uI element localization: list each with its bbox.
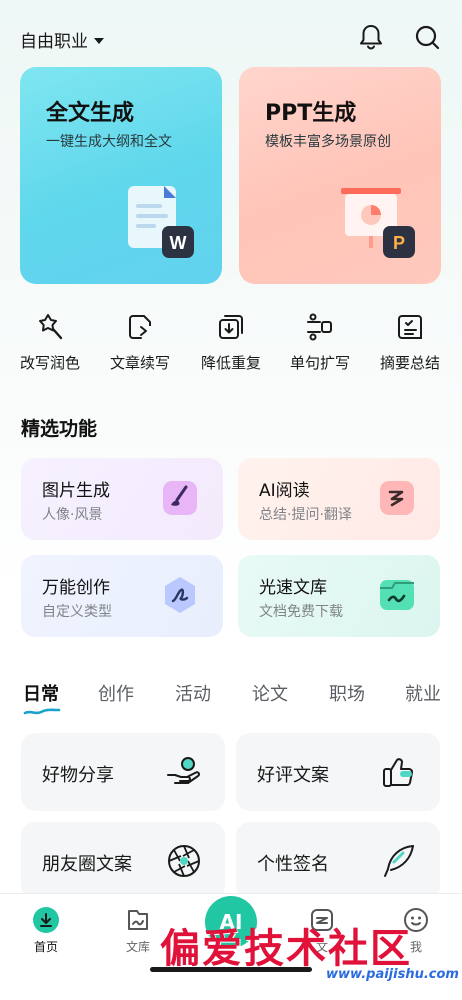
card-subtitle: 一键生成大纲和全文 xyxy=(46,134,172,150)
tool-label: 降低重复 xyxy=(200,354,261,372)
feature-title: 光速文库 xyxy=(259,578,327,598)
tab-activity[interactable]: 活动 xyxy=(175,680,211,706)
feature-subtitle: 文档免费下载 xyxy=(259,604,343,620)
feature-card-light-library[interactable]: 光速文库 文档免费下载 xyxy=(238,555,440,637)
tab-workplace[interactable]: 职场 xyxy=(329,680,365,706)
feature-title: 万能创作 xyxy=(42,578,110,598)
aperture-icon xyxy=(168,845,200,877)
continue-write-icon xyxy=(129,315,151,339)
tool-row: 改写润色 文章续写 降低重复 单句扩写 摘要总结 xyxy=(0,312,462,382)
bell-icon[interactable] xyxy=(356,22,386,52)
watermark-url: www.paijishu.com xyxy=(326,967,459,982)
ppt-badge-letter: P xyxy=(393,233,405,253)
card-title: PPT生成 xyxy=(265,101,357,126)
feature-card-image-generation[interactable]: 图片生成 人像·风景 xyxy=(21,458,223,540)
profession-selector[interactable]: 自由职业 xyxy=(20,27,104,52)
feature-card-universal-creation[interactable]: 万能创作 自定义类型 xyxy=(21,555,223,637)
tool-label: 改写润色 xyxy=(19,354,80,372)
tool-summary[interactable]: 摘要总结 xyxy=(365,312,455,373)
home-indicator xyxy=(150,967,312,972)
active-tab-underline xyxy=(23,708,61,715)
tool-label: 文章续写 xyxy=(109,354,170,372)
section-title-featured: 精选功能 xyxy=(21,418,98,440)
feature-title: AI阅读 xyxy=(259,481,310,501)
card-title: 全文生成 xyxy=(46,101,135,126)
tool-rewrite-polish[interactable]: 改写润色 xyxy=(5,312,95,373)
tool-label: 摘要总结 xyxy=(379,354,440,372)
search-icon[interactable] xyxy=(412,22,442,52)
template-good-share[interactable]: 好物分享 xyxy=(21,733,225,811)
tab-employment[interactable]: 就业 xyxy=(405,680,441,706)
home-icon xyxy=(33,907,59,933)
template-positive-review[interactable]: 好评文案 xyxy=(236,733,440,811)
tool-sentence-expand[interactable]: 单句扩写 xyxy=(275,312,365,373)
tool-label: 单句扩写 xyxy=(289,354,350,372)
feature-subtitle: 自定义类型 xyxy=(42,604,112,620)
feature-subtitle: 总结·提问·翻译 xyxy=(259,507,352,523)
tab-daily[interactable]: 日常 xyxy=(23,680,59,706)
brush-icon xyxy=(163,481,197,515)
nav-home[interactable]: 首页 xyxy=(16,906,76,955)
nav-library[interactable]: 文库 xyxy=(108,906,168,955)
tab-creation[interactable]: 创作 xyxy=(98,680,134,706)
card-subtitle: 模板丰富多场景原创 xyxy=(265,134,391,150)
watermark-text: 偏爱技术社区 xyxy=(160,925,412,972)
word-document-icon: W xyxy=(128,186,194,258)
feature-subtitle: 人像·风景 xyxy=(42,507,103,523)
tab-thesis[interactable]: 论文 xyxy=(252,680,288,706)
feather-icon xyxy=(384,845,414,877)
template-personal-signature[interactable]: 个性签名 xyxy=(236,822,440,900)
template-label: 好物分享 xyxy=(42,765,114,786)
category-tabs: 日常 创作 活动 论文 职场 就业 xyxy=(0,680,462,720)
expand-icon xyxy=(307,313,332,341)
ppt-generate-card[interactable]: PPT生成 模板丰富多场景原创 P xyxy=(239,67,441,284)
ppt-presentation-icon: P xyxy=(341,188,415,258)
tool-reduce-duplication[interactable]: 降低重复 xyxy=(186,312,276,373)
summary-icon xyxy=(398,315,422,339)
profession-label: 自由职业 xyxy=(20,32,88,52)
template-label: 朋友圈文案 xyxy=(42,854,132,875)
reading-icon xyxy=(380,481,414,515)
header: 自由职业 xyxy=(0,0,462,70)
create-icon xyxy=(165,577,195,613)
caret-down-icon xyxy=(94,37,104,44)
template-label: 好评文案 xyxy=(257,765,329,786)
magic-wand-icon xyxy=(39,314,63,340)
thumbs-up-icon xyxy=(383,758,413,787)
feature-title: 图片生成 xyxy=(42,481,110,501)
dedupe-icon xyxy=(219,315,243,339)
word-badge-letter: W xyxy=(170,233,187,253)
nav-label: 文库 xyxy=(125,940,150,954)
tool-continue-writing[interactable]: 文章续写 xyxy=(95,312,185,373)
library-icon xyxy=(380,580,414,610)
feature-card-ai-reading[interactable]: AI阅读 总结·提问·翻译 xyxy=(238,458,440,540)
template-label: 个性签名 xyxy=(257,854,329,875)
library-nav-icon xyxy=(128,910,148,930)
full-text-generate-card[interactable]: 全文生成 一键生成大纲和全文 W xyxy=(20,67,222,284)
template-moments-copy[interactable]: 朋友圈文案 xyxy=(21,822,225,900)
nav-label: 首页 xyxy=(33,940,58,954)
gift-hand-icon xyxy=(167,757,200,784)
